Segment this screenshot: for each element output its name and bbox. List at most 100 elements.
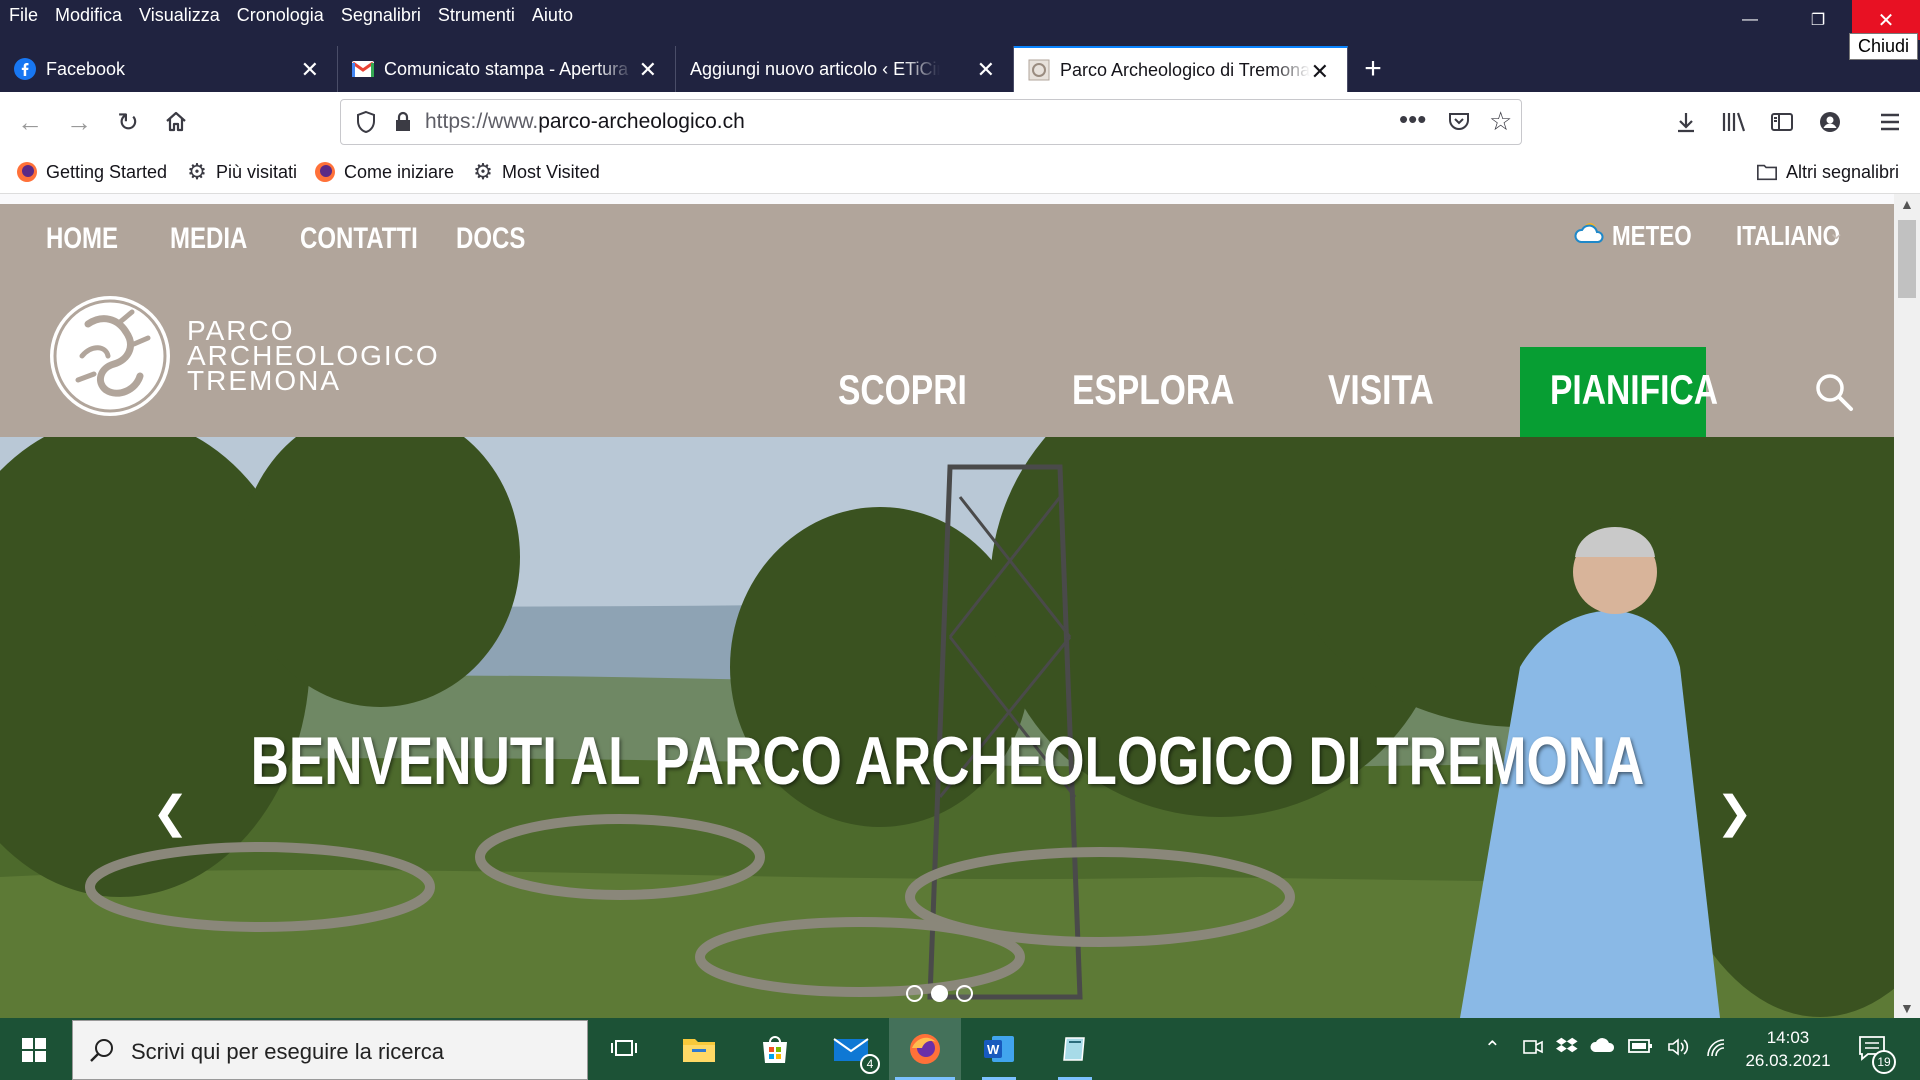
hamburger-icon (1881, 113, 1899, 131)
tab-eticinform[interactable]: Aggiungi nuovo articolo ‹ ETiCinform ✕ (676, 46, 1014, 92)
file-explorer-icon[interactable] (676, 1026, 722, 1072)
meteo-link[interactable]: METEO (1612, 220, 1692, 252)
account-button[interactable] (1812, 104, 1848, 140)
slider-dot-active[interactable] (931, 985, 948, 1002)
hero-title: BENVENUTI AL PARCO ARCHEOLOGICO DI TREMO… (0, 722, 1894, 800)
bookmark-most-visited[interactable]: ⚙ Most Visited (472, 159, 600, 184)
home-button[interactable] (158, 104, 194, 140)
bookmark-getting-started[interactable]: Getting Started (16, 161, 167, 183)
sidebar-icon (1771, 113, 1793, 131)
reload-button[interactable]: ↻ (110, 104, 146, 140)
tab-parco-archeologico[interactable]: Parco Archeologico di Tremona ✕ (1014, 46, 1348, 92)
nav-media[interactable]: MEDIA (170, 222, 247, 256)
menu-cronologia[interactable]: Cronologia (237, 5, 324, 26)
shield-icon[interactable] (355, 110, 377, 139)
slider-dot[interactable] (906, 985, 923, 1002)
library-button[interactable] (1716, 104, 1752, 140)
address-bar[interactable]: https://www.parco-archeologico.ch ••• ☆ (340, 99, 1522, 145)
volume-icon[interactable] (1666, 1036, 1690, 1064)
mail-badge: 4 (860, 1054, 880, 1074)
search-placeholder: Scrivi qui per eseguire la ricerca (131, 1039, 445, 1064)
word-icon[interactable]: W (976, 1026, 1022, 1080)
tab-label: Parco Archeologico di Tremona (1060, 59, 1310, 80)
onedrive-icon[interactable] (1590, 1036, 1616, 1060)
bookmark-star-icon[interactable]: ☆ (1489, 106, 1512, 137)
chevron-down-icon[interactable]: ⌄ (1828, 220, 1845, 245)
nav-scopri[interactable]: SCOPRI (838, 366, 967, 414)
tab-facebook[interactable]: Facebook ✕ (0, 46, 338, 92)
back-button[interactable]: ← (12, 104, 48, 140)
page-scrollbar[interactable]: ▲ ▼ (1894, 194, 1920, 1018)
mail-icon[interactable]: 4 (828, 1026, 880, 1074)
library-icon (1722, 112, 1746, 132)
tab-label: Facebook (46, 58, 126, 79)
restore-button[interactable]: ❐ (1784, 0, 1852, 40)
menu-aiuto[interactable]: Aiuto (532, 5, 573, 26)
store-icon[interactable] (752, 1026, 798, 1072)
lock-icon[interactable] (393, 110, 413, 139)
battery-icon[interactable] (1628, 1036, 1654, 1062)
close-tab-icon[interactable]: ✕ (977, 57, 995, 83)
gear-icon: ⚙ (473, 159, 493, 184)
facebook-icon (14, 58, 36, 80)
close-tab-icon[interactable]: ✕ (301, 57, 319, 83)
dropbox-icon[interactable] (1556, 1036, 1580, 1064)
slider-dot[interactable] (956, 985, 973, 1002)
forward-button[interactable]: → (61, 104, 97, 140)
page-actions-icon[interactable]: ••• (1399, 104, 1426, 135)
slider-dots (906, 985, 973, 1002)
gear-icon: ⚙ (187, 159, 207, 184)
nav-pianifica[interactable]: PIANIFICA (1550, 366, 1718, 414)
tray-overflow-icon[interactable]: ⌃ (1484, 1036, 1501, 1061)
tab-label: Aggiungi nuovo articolo ‹ ETiCinform (690, 58, 940, 79)
windows-start-icon[interactable] (22, 1038, 46, 1067)
system-clock[interactable]: 14:03 26.03.2021 (1740, 1026, 1836, 1072)
menu-file[interactable]: File (9, 5, 38, 26)
search-icon[interactable] (1814, 372, 1854, 417)
menu-strumenti[interactable]: Strumenti (438, 5, 515, 26)
downloads-button[interactable] (1668, 104, 1704, 140)
scroll-down-icon[interactable]: ▼ (1900, 1000, 1914, 1016)
close-tab-icon[interactable]: ✕ (639, 57, 657, 83)
wifi-icon[interactable] (1704, 1036, 1728, 1064)
bookmark-come-iniziare[interactable]: Come iniziare (314, 161, 454, 183)
nav-home[interactable]: HOME (46, 222, 118, 256)
nav-visita[interactable]: VISITA (1328, 366, 1434, 414)
language-selector[interactable]: ITALIANO (1736, 220, 1840, 252)
taskbar-search[interactable]: Scrivi qui per eseguire la ricerca (72, 1020, 588, 1080)
bookmark-label: Most Visited (502, 161, 600, 182)
generic-app-icon[interactable] (1052, 1026, 1098, 1080)
minimize-button[interactable]: — (1716, 0, 1784, 40)
bookmarks-toolbar: Getting Started ⚙ Più visitati Come iniz… (0, 152, 1920, 194)
nav-docs[interactable]: DOCS (456, 222, 525, 256)
scrollbar-thumb[interactable] (1898, 220, 1916, 298)
tab-gmail[interactable]: Comunicato stampa - Apertura ✕ (338, 46, 676, 92)
other-bookmarks[interactable]: Altri segnalibri (1756, 161, 1899, 183)
park-logo-icon[interactable] (48, 294, 172, 418)
menu-bar: File Modifica Visualizza Cronologia Segn… (0, 0, 590, 30)
scroll-up-icon[interactable]: ▲ (1900, 196, 1914, 212)
menu-button[interactable] (1872, 104, 1908, 140)
menu-modifica[interactable]: Modifica (55, 5, 122, 26)
slider-next-icon[interactable]: ❯ (1716, 787, 1753, 838)
nav-esplora[interactable]: ESPLORA (1072, 366, 1234, 414)
menu-visualizza[interactable]: Visualizza (139, 5, 220, 26)
sidebar-button[interactable] (1764, 104, 1800, 140)
menu-segnalibri[interactable]: Segnalibri (341, 5, 421, 26)
nav-contatti[interactable]: CONTATTI (300, 222, 418, 256)
web-page: HOME MEDIA CONTATTI DOCS METEO ITALIANO … (0, 204, 1894, 1018)
task-view-icon[interactable] (602, 1026, 648, 1072)
weather-icon (1574, 216, 1606, 253)
bookmark-piu-visitati[interactable]: ⚙ Più visitati (186, 159, 297, 184)
url-domain: parco-archeologico.ch (538, 110, 745, 133)
logo-text[interactable]: PARCO ARCHEOLOGICO TREMONA (187, 317, 440, 395)
new-tab-button[interactable]: + (1348, 46, 1398, 92)
clock-time: 14:03 (1766, 1028, 1810, 1047)
close-tab-icon[interactable]: ✕ (1311, 59, 1329, 85)
slider-prev-icon[interactable]: ❮ (152, 787, 189, 838)
notification-icon[interactable]: 19 (1858, 1034, 1896, 1074)
meet-now-icon[interactable] (1522, 1036, 1544, 1064)
pocket-icon[interactable] (1447, 109, 1471, 138)
other-bookmarks-label: Altri segnalibri (1786, 161, 1900, 182)
firefox-taskbar-icon[interactable] (889, 1018, 961, 1080)
